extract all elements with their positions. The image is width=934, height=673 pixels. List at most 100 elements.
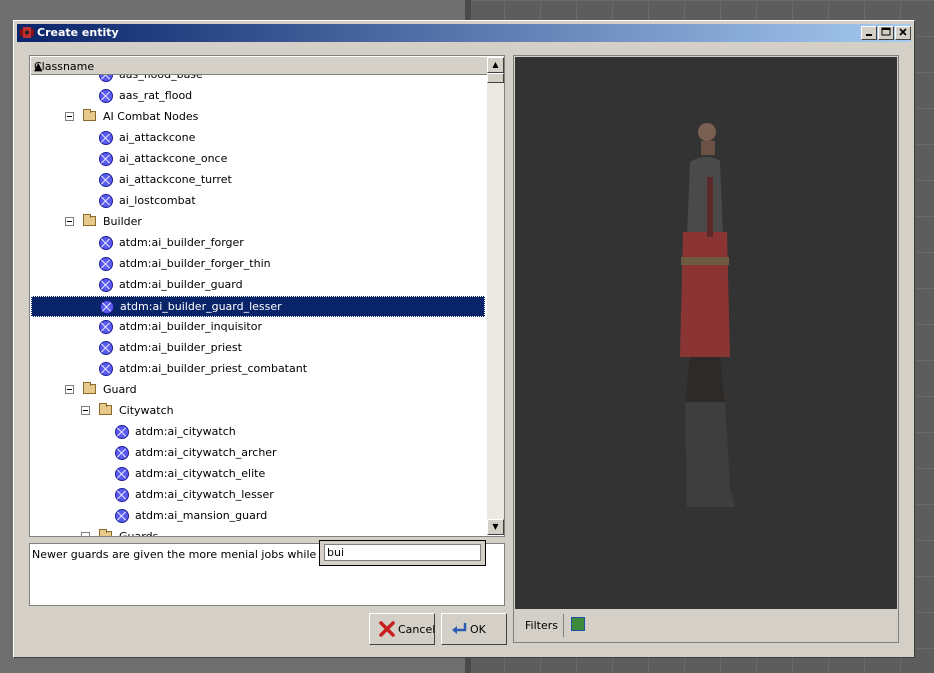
entity-tree[interactable]: Classname ▲ aas_flood_base aas_rat_flood A… bbox=[29, 55, 505, 537]
search-popup bbox=[319, 540, 486, 566]
minimize-button[interactable] bbox=[861, 26, 877, 40]
tree-item-label: atdm:ai_citywatch_lesser bbox=[135, 488, 274, 501]
entity-icon bbox=[99, 89, 113, 103]
tree-folder-row[interactable]: AI Combat Nodes bbox=[31, 107, 485, 128]
search-input[interactable] bbox=[324, 544, 481, 561]
cancel-icon bbox=[379, 621, 395, 637]
tree-entity-row[interactable]: atdm:ai_builder_forger_thin bbox=[31, 254, 485, 275]
folder-icon bbox=[83, 214, 96, 226]
tree-entity-row[interactable]: ai_attackcone_turret bbox=[31, 170, 485, 191]
collapse-toggle-icon[interactable] bbox=[65, 112, 74, 121]
tree-item-label: atdm:ai_mansion_guard bbox=[135, 509, 268, 522]
preview-toolbar: Filters bbox=[515, 611, 897, 641]
folder-icon bbox=[99, 403, 112, 415]
tree-folder-row[interactable]: Citywatch bbox=[31, 401, 485, 422]
tree-folder-row[interactable]: Guard bbox=[31, 380, 485, 401]
scroll-down-button[interactable]: ▼ bbox=[487, 519, 504, 535]
ok-button[interactable]: OK bbox=[441, 613, 507, 645]
model-preview-panel: Filters bbox=[513, 55, 899, 643]
ok-arrow-icon bbox=[452, 623, 467, 634]
entity-icon bbox=[115, 509, 129, 523]
tree-scrollbar[interactable]: ▲ ▼ bbox=[487, 57, 504, 535]
entity-icon bbox=[115, 467, 129, 481]
maximize-button[interactable] bbox=[878, 26, 894, 40]
scroll-thumb[interactable] bbox=[487, 73, 504, 83]
model-preview-viewport[interactable] bbox=[515, 57, 897, 609]
description-text: Newer guards are given the more menial j… bbox=[32, 548, 366, 561]
collapse-toggle-icon[interactable] bbox=[81, 532, 90, 536]
filters-label: Filters bbox=[525, 619, 558, 632]
filter-toggle-icon[interactable] bbox=[571, 617, 585, 631]
entity-icon bbox=[115, 425, 129, 439]
tree-item-label: atdm:ai_builder_guard_lesser bbox=[120, 300, 282, 313]
collapse-toggle-icon[interactable] bbox=[81, 406, 90, 415]
tree-entity-row[interactable]: atdm:ai_builder_guard bbox=[31, 275, 485, 296]
folder-icon bbox=[83, 382, 96, 394]
entity-icon bbox=[99, 362, 113, 376]
tree-item-label: Builder bbox=[103, 215, 142, 228]
entity-icon bbox=[99, 75, 113, 82]
tree-entity-row[interactable]: atdm:ai_builder_forger bbox=[31, 233, 485, 254]
tree-item-label: AI Combat Nodes bbox=[103, 110, 199, 123]
classname-column-header[interactable]: Classname ▲ bbox=[31, 57, 487, 75]
tree-entity-row[interactable]: atdm:ai_builder_inquisitor bbox=[31, 317, 485, 338]
minimize-icon bbox=[866, 34, 872, 36]
cancel-button[interactable]: Cancel bbox=[369, 613, 435, 645]
maximize-icon bbox=[881, 27, 891, 36]
collapse-toggle-icon[interactable] bbox=[65, 217, 74, 226]
tree-item-label: ai_lostcombat bbox=[119, 194, 196, 207]
tree-entity-row[interactable]: ai_attackcone bbox=[31, 128, 485, 149]
tree-item-label: atdm:ai_citywatch_elite bbox=[135, 467, 266, 480]
entity-icon bbox=[115, 446, 129, 460]
tree-item-label: aas_flood_base bbox=[119, 75, 203, 81]
tree-entity-row[interactable]: aas_rat_flood bbox=[31, 86, 485, 107]
tree-item-label: ai_attackcone_turret bbox=[119, 173, 232, 186]
tree-entity-row[interactable]: atdm:ai_builder_priest_combatant bbox=[31, 359, 485, 380]
tree-item-label: atdm:ai_citywatch bbox=[135, 425, 236, 438]
tree-item-label: atdm:ai_builder_priest bbox=[119, 341, 242, 354]
title-bar[interactable]: Create entity bbox=[17, 24, 911, 42]
entity-icon bbox=[99, 173, 113, 187]
collapse-toggle-icon[interactable] bbox=[65, 385, 74, 394]
scroll-up-button[interactable]: ▲ bbox=[487, 57, 504, 73]
tree-item-label: Guard bbox=[103, 383, 137, 396]
entity-icon bbox=[99, 320, 113, 334]
entity-icon bbox=[99, 236, 113, 250]
entity-icon bbox=[99, 257, 113, 271]
tree-entity-row[interactable]: atdm:ai_builder_priest bbox=[31, 338, 485, 359]
entity-icon bbox=[99, 278, 113, 292]
tree-item-label: aas_rat_flood bbox=[119, 89, 193, 102]
tree-entity-row[interactable]: atdm:ai_mansion_guard bbox=[31, 506, 485, 527]
tree-item-label: atdm:ai_builder_priest_combatant bbox=[119, 362, 308, 375]
tree-entity-row[interactable]: ai_attackcone_once bbox=[31, 149, 485, 170]
tree-item-label: ai_attackcone_once bbox=[119, 152, 228, 165]
window-title: Create entity bbox=[37, 26, 119, 39]
tree-item-label: Guards bbox=[119, 530, 158, 536]
folder-icon bbox=[99, 529, 112, 536]
tree-folder-row[interactable]: Builder bbox=[31, 212, 485, 233]
tree-item-label: ai_attackcone bbox=[119, 131, 196, 144]
tree-rows: aas_flood_base aas_rat_flood AI Combat Nod… bbox=[31, 75, 487, 536]
tree-entity-row[interactable]: atdm:ai_citywatch bbox=[31, 422, 485, 443]
sort-ascending-icon: ▲ bbox=[34, 60, 43, 73]
entity-icon bbox=[99, 194, 113, 208]
ok-label: OK bbox=[470, 623, 486, 636]
tree-item-label: atdm:ai_citywatch_archer bbox=[135, 446, 277, 459]
tree-item-label: atdm:ai_builder_inquisitor bbox=[119, 320, 262, 333]
tree-entity-row[interactable]: atdm:ai_citywatch_elite bbox=[31, 464, 485, 485]
tree-folder-row[interactable]: Guards bbox=[31, 527, 485, 536]
tree-entity-row[interactable]: atdm:ai_citywatch_lesser bbox=[31, 485, 485, 506]
tree-entity-row[interactable]: atdm:ai_citywatch_archer bbox=[31, 443, 485, 464]
cancel-label: Cancel bbox=[398, 623, 436, 636]
tree-entity-row[interactable]: ai_lostcombat bbox=[31, 191, 485, 212]
entity-icon bbox=[100, 300, 114, 314]
close-button[interactable] bbox=[895, 26, 911, 40]
tree-item-label: Citywatch bbox=[119, 404, 174, 417]
folder-icon bbox=[83, 109, 96, 121]
filters-button[interactable]: Filters bbox=[517, 614, 564, 637]
tree-item-label: atdm:ai_builder_forger_thin bbox=[119, 257, 271, 270]
tree-entity-row[interactable]: aas_flood_base bbox=[31, 75, 485, 86]
character-model bbox=[680, 123, 735, 507]
entity-icon bbox=[99, 131, 113, 145]
tree-entity-row[interactable]: atdm:ai_builder_guard_lesser bbox=[31, 296, 485, 317]
